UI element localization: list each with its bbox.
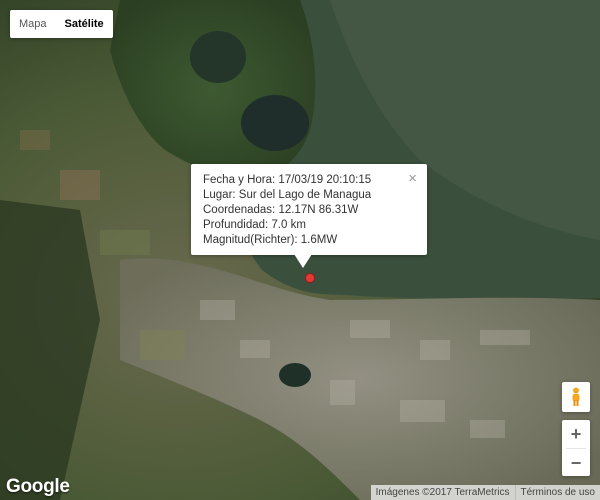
close-icon[interactable]: ×: [408, 171, 417, 186]
info-window: Fecha y Hora: 17/03/19 20:10:15 Lugar: S…: [191, 164, 427, 255]
zoom-control: + −: [562, 420, 590, 476]
info-datetime: Fecha y Hora: 17/03/19 20:10:15: [203, 174, 372, 186]
zoom-in-button[interactable]: +: [562, 420, 590, 448]
zoom-out-button[interactable]: −: [562, 449, 590, 477]
map-view[interactable]: Mapa Satélite Fecha y Hora: 17/03/19 20:…: [0, 0, 600, 500]
info-location: Lugar: Sur del Lago de Managua: [203, 189, 372, 201]
earthquake-marker[interactable]: [305, 273, 315, 283]
pegman-icon: [572, 387, 580, 406]
info-window-tail: [294, 254, 312, 268]
google-logo[interactable]: Google: [6, 476, 70, 498]
attribution-bar: Imágenes ©2017 TerraMetrics Términos de …: [370, 485, 600, 500]
info-depth: Profundidad: 7.0 km: [203, 219, 306, 231]
info-magnitude: Magnitud(Richter): 1.6MW: [203, 234, 338, 246]
map-type-map-button[interactable]: Mapa: [10, 10, 56, 38]
map-type-control: Mapa Satélite: [10, 10, 113, 38]
terms-link[interactable]: Términos de uso: [516, 485, 600, 500]
street-view-button[interactable]: [562, 382, 590, 412]
imagery-attribution: Imágenes ©2017 TerraMetrics: [375, 487, 510, 498]
map-type-satellite-button[interactable]: Satélite: [56, 10, 113, 38]
info-coordinates: Coordenadas: 12.17N 86.31W: [203, 204, 359, 216]
